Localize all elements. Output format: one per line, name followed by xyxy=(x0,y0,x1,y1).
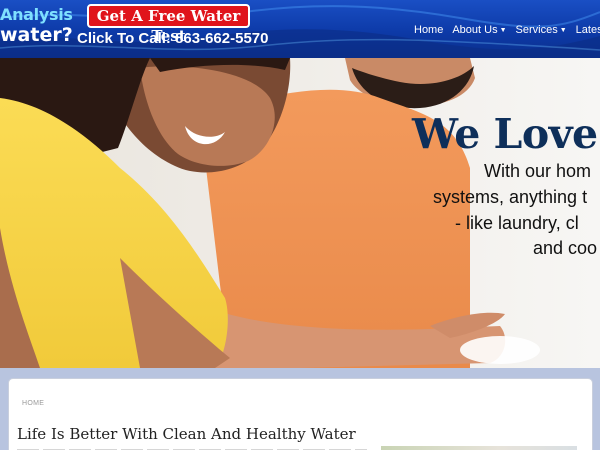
logo-tagline[interactable]: water? xyxy=(0,24,73,46)
hero-text-line-1: With our hom xyxy=(484,161,592,181)
page-title: Life Is Better With Clean And Healthy Wa… xyxy=(17,425,356,443)
hero-text-line-3: - like laundry, cl xyxy=(455,213,579,233)
caret-down-icon: ▼ xyxy=(499,26,507,34)
site-header: Analysis water? Get A Free Water Test Cl… xyxy=(0,0,600,58)
content-card: HOME Life Is Better With Clean And Healt… xyxy=(8,378,593,450)
nav-about-us-label: About Us xyxy=(452,24,498,36)
hero-text-line-4: and coo xyxy=(533,238,598,258)
nav-home-label: Home xyxy=(414,24,444,36)
nav-home[interactable]: Home xyxy=(414,24,443,36)
caret-down-icon: ▼ xyxy=(559,26,567,34)
nav-latest-label: Latest Pro xyxy=(575,24,600,36)
hero-text-line-2: systems, anything t xyxy=(433,187,588,207)
nav-about-us[interactable]: About Us ▼ xyxy=(452,24,506,36)
free-water-test-button[interactable]: Get A Free Water Test xyxy=(87,4,250,45)
nav-services[interactable]: Services ▼ xyxy=(516,24,567,36)
main-nav: Home About Us▼ Services▼ Latest Pro xyxy=(414,24,600,36)
breadcrumb-home[interactable]: HOME xyxy=(22,400,44,407)
hero-banner: We Love With our hom systems, anything t… xyxy=(0,58,600,368)
logo-text[interactable]: Analysis xyxy=(0,5,73,24)
content-image xyxy=(381,446,577,450)
nav-services-label: Services xyxy=(515,24,558,36)
nav-latest-products[interactable]: Latest Pro xyxy=(576,24,600,36)
hero-title: We Love xyxy=(412,110,598,158)
click-to-call-link[interactable]: Click To Call: 863-662-5570 xyxy=(77,30,268,47)
